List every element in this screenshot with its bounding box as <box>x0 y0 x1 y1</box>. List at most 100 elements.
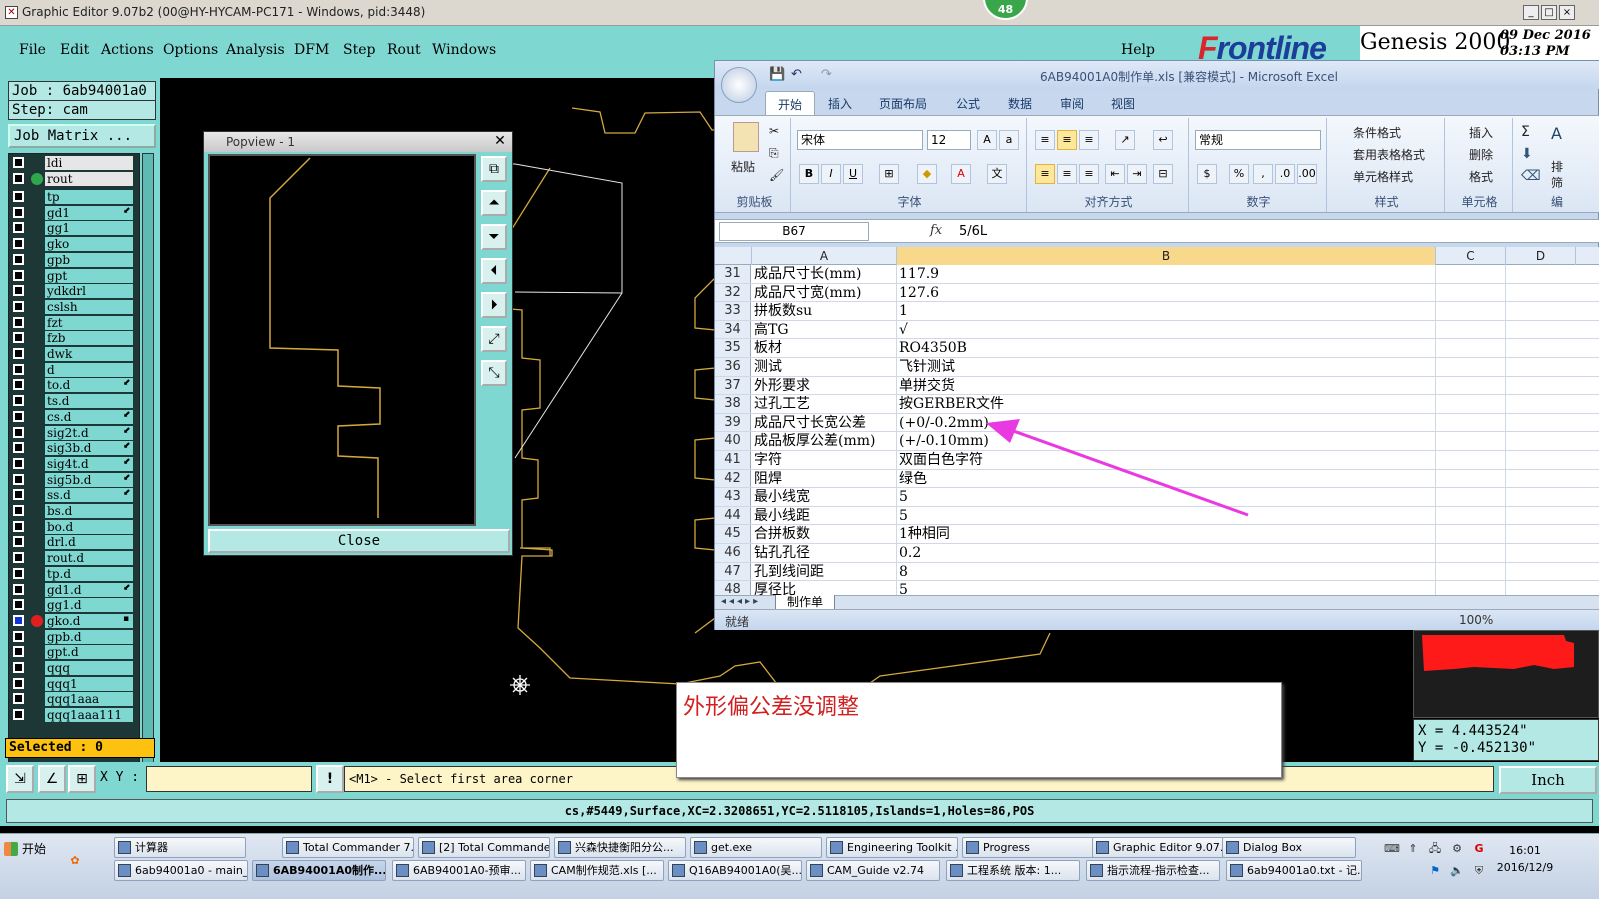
layer-name[interactable]: cslsh <box>45 299 133 314</box>
font-size-select[interactable]: 12 <box>927 130 971 150</box>
row-number[interactable]: 34 <box>715 320 751 339</box>
layer-row[interactable]: tp.d <box>9 566 141 581</box>
taskbar-button[interactable]: CAM_Guide v2.74 <box>806 860 940 881</box>
taskbar-button[interactable]: Total Commander 7.... <box>282 837 414 858</box>
layer-name[interactable]: gg1 <box>45 221 133 236</box>
layer-checkbox[interactable] <box>13 285 24 297</box>
layer-row[interactable]: ss.d ⬋ <box>9 488 141 503</box>
pan-right-icon[interactable]: ⏵ <box>481 292 507 318</box>
cell-c[interactable] <box>1436 376 1506 395</box>
start-button[interactable]: 开始 <box>2 838 58 860</box>
taskbar-button[interactable]: Q16AB94001A0(吴... <box>668 860 802 881</box>
alert-button[interactable]: ! <box>316 765 344 793</box>
layer-checkbox[interactable] <box>13 426 24 438</box>
zoom-level[interactable]: 100% <box>1459 613 1493 627</box>
minimize-button[interactable]: _ <box>1523 5 1539 20</box>
zoom-in-icon[interactable]: ⤢ <box>481 326 507 352</box>
layer-name[interactable]: ts.d <box>45 394 133 409</box>
cell-a[interactable]: 最小线距 <box>752 506 897 525</box>
taskbar-button[interactable]: 6AB94001A0制作... <box>252 860 386 881</box>
cell-c[interactable] <box>1436 544 1506 562</box>
percent-icon[interactable]: % <box>1229 164 1249 184</box>
row-number[interactable]: 32 <box>715 283 751 302</box>
table-format-button[interactable]: 套用表格格式 <box>1337 146 1425 163</box>
taskbar-button[interactable]: get.exe <box>690 837 822 858</box>
cell-c[interactable] <box>1436 525 1506 543</box>
layer-name[interactable]: sig4t.d <box>45 456 133 471</box>
tab-insert[interactable]: 插入 <box>828 95 852 112</box>
layer-row[interactable]: gd1.d ⬋ <box>9 582 141 597</box>
taskbar-button[interactable]: Progress <box>962 837 1094 858</box>
layer-row[interactable]: qqq1 <box>9 676 141 691</box>
paste-icon[interactable] <box>733 122 759 152</box>
select-all-corner[interactable] <box>715 247 752 265</box>
layer-row[interactable]: qqq1aaa111 <box>9 708 141 723</box>
cell-a[interactable]: 测试 <box>752 358 897 376</box>
layer-checkbox[interactable] <box>13 489 24 501</box>
cell-c[interactable] <box>1436 320 1506 339</box>
increase-decimal-icon[interactable]: .0 <box>1275 164 1295 184</box>
layer-row[interactable]: gpb.d <box>9 629 141 644</box>
layer-name[interactable]: rout <box>45 172 133 186</box>
italic-icon[interactable]: I <box>821 164 841 184</box>
tray-wifi-icon[interactable]: ⚙ <box>1450 842 1464 856</box>
layer-checkbox[interactable] <box>13 693 24 705</box>
layer-checkbox[interactable] <box>13 269 24 281</box>
layer-checkbox[interactable] <box>13 457 24 469</box>
font-name-select[interactable]: 宋体 <box>797 130 923 150</box>
layer-checkbox[interactable] <box>13 191 24 202</box>
cell-a[interactable]: 高TG <box>752 320 897 339</box>
align-right-icon[interactable]: ≡ <box>1079 164 1099 184</box>
row-number[interactable]: 35 <box>715 339 751 357</box>
find-label[interactable]: 筛 <box>1551 174 1563 191</box>
delete-cells-button[interactable]: 删除 <box>1453 146 1493 163</box>
layer-checkbox[interactable] <box>13 709 24 721</box>
taskbar-button[interactable]: 6AB94001A0-预审... <box>392 860 526 881</box>
layer-name[interactable]: ydkdrl <box>45 284 133 299</box>
layer-affected-dot[interactable] <box>31 173 43 185</box>
layer-name[interactable]: ss.d <box>45 488 133 503</box>
zoom-window-icon[interactable]: ⧉ <box>481 156 507 182</box>
tab-home[interactable]: 开始 <box>765 91 816 115</box>
border-icon[interactable]: ⊞ <box>879 164 899 184</box>
bold-icon[interactable]: B <box>799 164 819 184</box>
layer-name[interactable]: fzb <box>45 331 133 346</box>
cell-a[interactable]: 成品板厚公差(mm) <box>752 432 897 450</box>
cell-a[interactable]: 钻孔孔径 <box>752 544 897 562</box>
layer-row[interactable]: fzt <box>9 315 141 330</box>
layer-name[interactable]: bo.d <box>45 519 133 534</box>
row-number[interactable]: 33 <box>715 302 751 320</box>
row-number[interactable]: 47 <box>715 562 751 581</box>
increase-indent-icon[interactable]: ⇥ <box>1127 164 1147 184</box>
layer-name[interactable]: qqq1aaa <box>45 692 133 707</box>
menu-rout[interactable]: Rout <box>387 42 421 58</box>
save-icon[interactable]: 💾 <box>769 67 785 82</box>
sheet-tab[interactable]: 制作单 <box>775 595 835 610</box>
layer-checkbox[interactable] <box>13 520 24 532</box>
tray-volume-icon[interactable]: 🔈 <box>1450 864 1464 878</box>
row-number[interactable]: 31 <box>715 265 751 283</box>
layer-row[interactable]: gg1 <box>9 221 141 236</box>
taskbar-button[interactable]: [2] Total Commande... <box>418 837 550 858</box>
layer-checkbox[interactable] <box>13 379 24 391</box>
align-middle-icon[interactable]: ≡ <box>1057 130 1077 150</box>
layer-name[interactable]: bs.d <box>45 504 133 518</box>
row-number[interactable]: 43 <box>715 488 751 506</box>
layer-name[interactable]: cs.d <box>45 409 133 424</box>
menu-dfm[interactable]: DFM <box>294 42 329 58</box>
layer-checkbox[interactable] <box>13 442 24 454</box>
cell-c[interactable] <box>1436 562 1506 581</box>
cell-a[interactable]: 孔到线间距 <box>752 562 897 581</box>
layer-name[interactable]: qqq1aaa111 <box>45 708 133 723</box>
taskbar-button[interactable]: Engineering Toolkit ... <box>826 837 958 858</box>
copy-icon[interactable]: ⎘ <box>769 146 779 161</box>
layer-checkbox[interactable] <box>13 300 24 312</box>
layer-checkbox[interactable] <box>13 599 24 611</box>
cell-c[interactable] <box>1436 506 1506 525</box>
cell-b[interactable]: 1 <box>897 302 1436 320</box>
cell-a[interactable]: 外形要求 <box>752 376 897 395</box>
cell-a[interactable]: 成品尺寸宽(mm) <box>752 283 897 302</box>
layer-name[interactable]: ldi <box>45 156 133 170</box>
tray-app-icon[interactable]: G <box>1472 842 1486 856</box>
popview-close-icon[interactable]: ✕ <box>492 134 508 150</box>
